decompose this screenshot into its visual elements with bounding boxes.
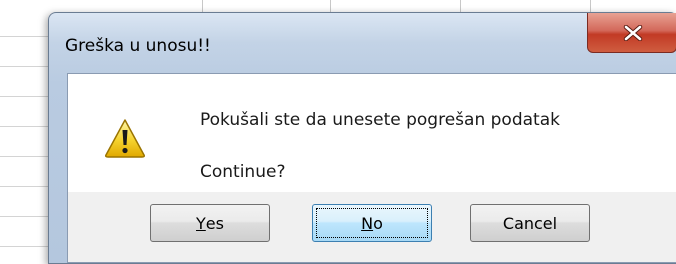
dialog-title: Greška u unosu!! [65, 36, 211, 56]
yes-button[interactable]: Yes [150, 204, 270, 242]
warning-icon [105, 119, 145, 158]
no-mnemonic: N [361, 213, 374, 233]
message-dialog: Greška u unosu!! Pokušali ste da unesete… [48, 12, 676, 264]
dialog-content: Pokušali ste da unesete pogrešan podatak… [67, 73, 676, 263]
close-button[interactable] [587, 13, 676, 53]
dialog-question: Continue? [200, 162, 286, 182]
yes-label: es [205, 213, 224, 233]
title-bar[interactable]: Greška u unosu!! [49, 13, 676, 73]
yes-mnemonic: Y [196, 213, 206, 233]
cancel-label: Cancel [502, 213, 558, 233]
no-button[interactable]: No [312, 204, 432, 242]
no-label: o [373, 213, 383, 233]
close-icon [623, 25, 643, 41]
dialog-message: Pokušali ste da unesete pogrešan podatak [200, 110, 560, 130]
message-area: Pokušali ste da unesete pogrešan podatak… [68, 74, 676, 192]
cancel-button[interactable]: Cancel [470, 204, 590, 242]
